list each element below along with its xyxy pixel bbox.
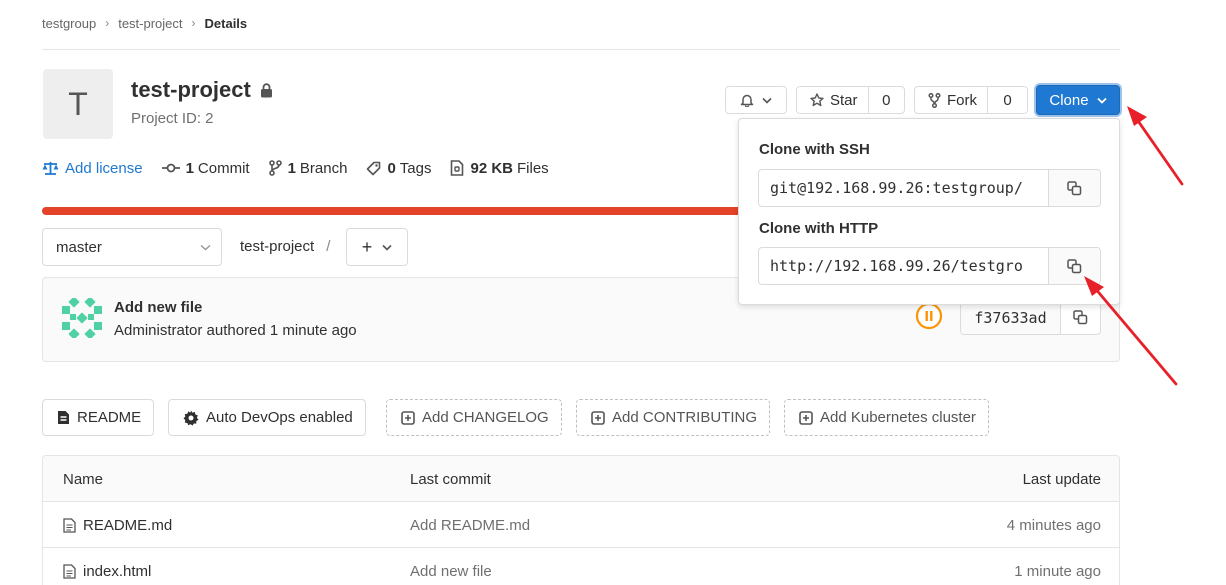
star-icon: [810, 93, 824, 107]
file-archive-icon: [450, 160, 470, 176]
file-last-update: 1 minute ago: [1014, 562, 1101, 580]
tags-link[interactable]: 0 Tags: [366, 160, 431, 177]
chevron-down-icon: [1096, 97, 1107, 104]
star-button[interactable]: Star: [797, 87, 869, 113]
clone-ssh-field: git@192.168.99.26:testgroup/: [758, 169, 1101, 207]
fork-button-group: Fork 0: [914, 86, 1028, 114]
bell-icon: [740, 93, 754, 107]
project-avatar-letter: T: [68, 85, 88, 122]
star-count[interactable]: 0: [869, 92, 904, 109]
breadcrumb-group-link[interactable]: testgroup: [42, 16, 96, 31]
fork-icon: [928, 92, 941, 108]
add-to-tree-dropdown[interactable]: +: [346, 228, 408, 266]
user-identicon-avatar[interactable]: [62, 298, 102, 338]
gear-icon: [183, 410, 199, 426]
clone-ssh-label: Clone with SSH: [759, 141, 870, 158]
clone-http-url-input[interactable]: http://192.168.99.26/testgro: [759, 248, 1048, 284]
branches-link[interactable]: 1 Branch: [268, 160, 347, 177]
notification-dropdown-button[interactable]: [725, 86, 787, 114]
table-header: Name Last commit Last update: [43, 456, 1119, 502]
copy-icon: [1067, 258, 1082, 274]
file-tree-table: Name Last commit Last update README.md A…: [42, 455, 1120, 585]
file-name-link[interactable]: README.md: [63, 502, 172, 548]
clone-http-field: http://192.168.99.26/testgro: [758, 247, 1101, 285]
file-last-commit-link[interactable]: Add README.md: [410, 502, 530, 548]
breadcrumb: testgroup › test-project › Details: [42, 14, 247, 32]
lock-icon: [260, 82, 273, 98]
project-title: test-project: [131, 77, 273, 103]
commit-title-link[interactable]: Add new file: [114, 299, 202, 316]
project-id: Project ID: 2: [131, 110, 214, 127]
project-name: test-project: [131, 77, 251, 102]
path-separator: /: [326, 238, 331, 255]
breadcrumb-project-link[interactable]: test-project: [118, 16, 182, 31]
file-last-update: 4 minutes ago: [1006, 516, 1101, 534]
chevron-right-icon: ›: [191, 16, 196, 30]
copy-ssh-url-button[interactable]: [1048, 170, 1100, 206]
column-header-last-commit: Last commit: [410, 470, 491, 488]
add-contributing-button[interactable]: Add CONTRIBUTING: [576, 399, 771, 436]
clone-http-label: Clone with HTTP: [759, 220, 879, 237]
file-icon: [63, 563, 76, 579]
file-icon: [63, 517, 76, 533]
arrow-to-clone-button: [1127, 106, 1184, 186]
project-avatar: T: [43, 69, 113, 139]
add-changelog-button[interactable]: Add CHANGELOG: [386, 399, 562, 436]
breadcrumb-current[interactable]: Details: [205, 16, 248, 31]
tag-icon: [366, 161, 387, 176]
commit-sha-group: f37633ad: [960, 300, 1101, 335]
files-link[interactable]: 92 KB Files: [450, 160, 549, 177]
clone-dropdown: Clone with SSH git@192.168.99.26:testgro…: [738, 118, 1120, 305]
copy-icon: [1067, 180, 1082, 196]
star-button-group: Star 0: [796, 86, 905, 114]
header-divider: [42, 49, 1120, 50]
chevron-down-icon: [382, 244, 392, 251]
branch-select-value: master: [56, 238, 102, 256]
repository-path: test-project /: [240, 238, 330, 255]
plus-square-icon: [799, 410, 813, 425]
plus-icon: +: [361, 236, 373, 257]
file-last-commit-link[interactable]: Add new file: [410, 548, 492, 585]
table-row[interactable]: index.html Add new file 1 minute ago: [43, 548, 1119, 585]
file-name-link[interactable]: index.html: [63, 548, 151, 585]
fork-button[interactable]: Fork: [915, 87, 988, 113]
commit-icon: [161, 162, 186, 174]
auto-devops-button[interactable]: Auto DevOps enabled: [168, 399, 366, 436]
table-row[interactable]: README.md Add README.md 4 minutes ago: [43, 502, 1119, 548]
copy-sha-button[interactable]: [1060, 301, 1100, 334]
clone-ssh-url-input[interactable]: git@192.168.99.26:testgroup/: [759, 170, 1048, 206]
add-license-link[interactable]: Add license: [42, 160, 143, 177]
chevron-right-icon: ›: [105, 16, 110, 30]
plus-square-icon: [401, 410, 415, 425]
repository-root-link[interactable]: test-project: [240, 238, 314, 255]
column-header-last-update: Last update: [1022, 470, 1101, 488]
commit-author-info: Administrator authored 1 minute ago: [114, 322, 357, 339]
copy-icon: [1073, 310, 1088, 325]
pipeline-status-paused-icon[interactable]: [915, 302, 943, 330]
branch-icon: [268, 160, 288, 176]
plus-square-icon: [591, 410, 605, 425]
column-header-name: Name: [63, 470, 104, 488]
copy-http-url-button[interactable]: [1048, 248, 1100, 284]
fork-count[interactable]: 0: [988, 92, 1027, 109]
commit-sha-link[interactable]: f37633ad: [961, 301, 1060, 334]
file-text-icon: [57, 410, 70, 425]
scale-icon: [42, 161, 65, 176]
readme-button[interactable]: README: [42, 399, 155, 436]
clone-button[interactable]: Clone: [1036, 85, 1120, 115]
chevron-down-icon: [762, 97, 772, 104]
repository-language-bar: [42, 207, 742, 215]
chevron-down-icon: [200, 244, 211, 251]
branch-select[interactable]: master: [42, 228, 222, 266]
add-kubernetes-cluster-button[interactable]: Add Kubernetes cluster: [784, 399, 989, 436]
project-stats: Add license 1 Commit 1 Branch 0 Tags 92 …: [42, 158, 568, 178]
commits-link[interactable]: 1 Commit: [161, 160, 250, 177]
